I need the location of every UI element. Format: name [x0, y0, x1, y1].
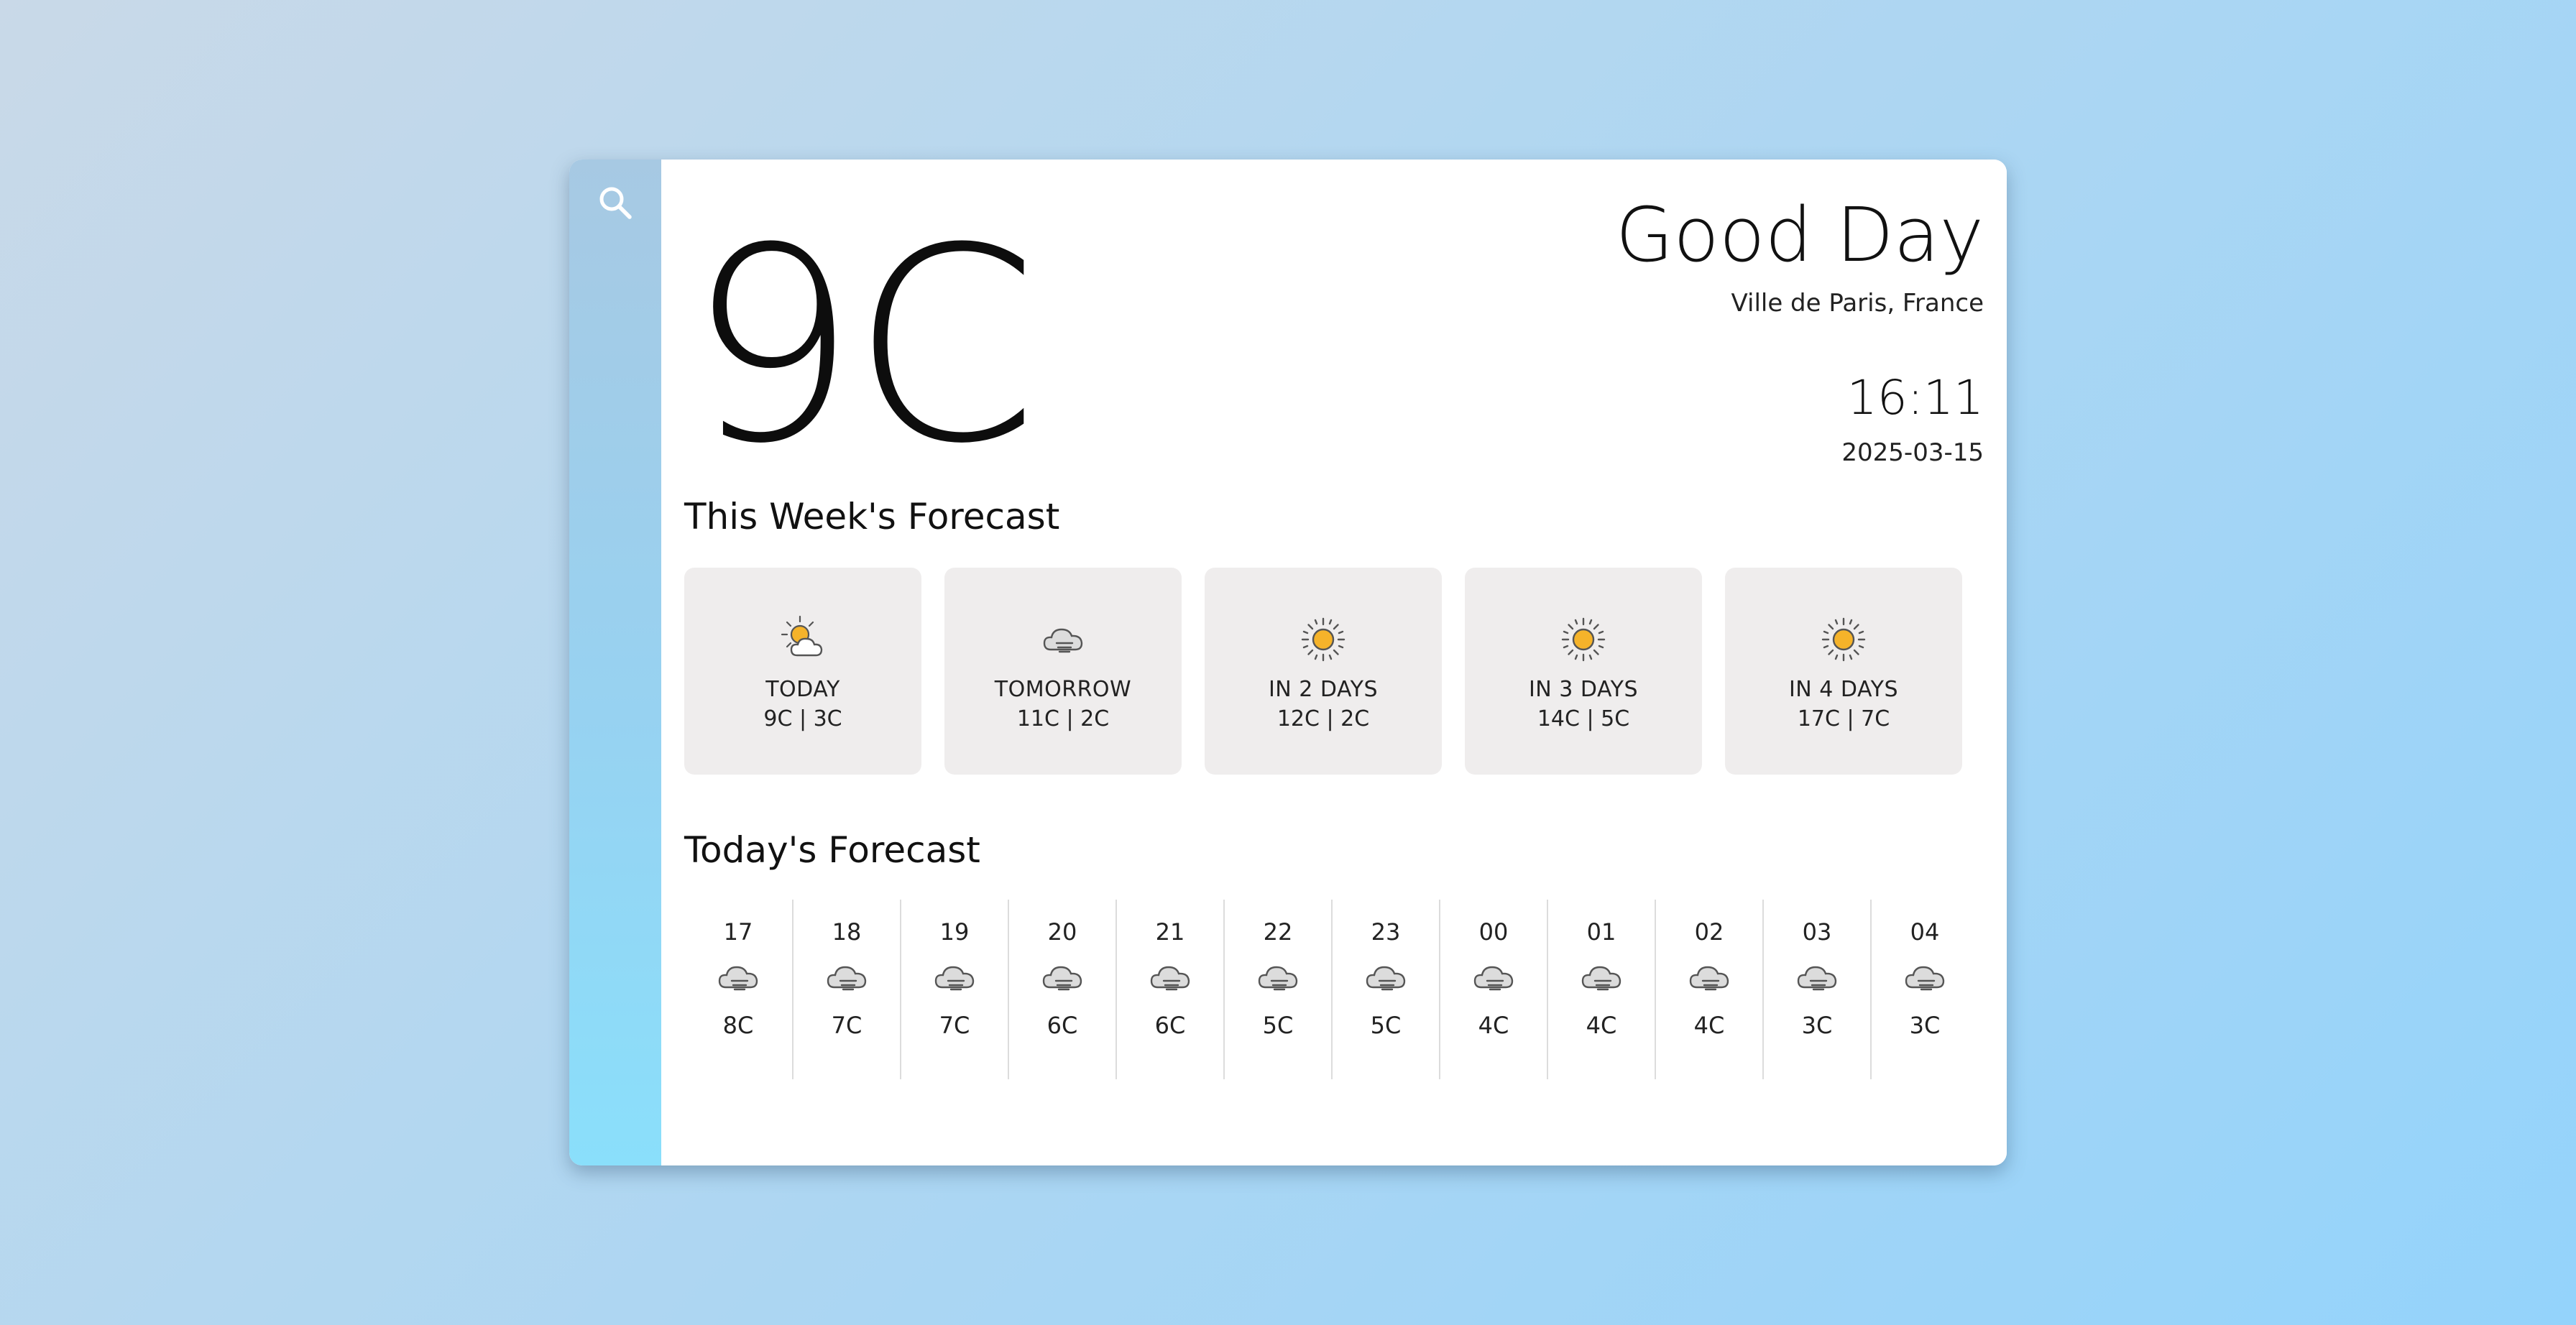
weather-app-card: 9C Good Day Ville de Paris, France 16:11…: [569, 160, 2007, 1165]
hour-label: 17: [723, 918, 753, 946]
current-time: 16:11: [1846, 370, 1984, 425]
hour-label: 21: [1155, 918, 1185, 946]
day-card[interactable]: IN 2 DAYS 12C | 2C: [1205, 568, 1442, 775]
main-panel: 9C Good Day Ville de Paris, France 16:11…: [661, 160, 2007, 1165]
hour-label: 03: [1802, 918, 1832, 946]
hour-column: 22 5C: [1223, 900, 1331, 1079]
partly-sunny-icon: [781, 615, 823, 657]
day-label: TODAY: [765, 677, 840, 702]
day-temps: 11C | 2C: [1016, 706, 1110, 731]
fog-cloud-icon: [824, 959, 869, 996]
today-forecast-title: Today's Forecast: [684, 829, 980, 871]
hour-column: 17 8C: [684, 900, 792, 1079]
hour-temperature: 3C: [1909, 1012, 1941, 1039]
hour-temperature: 3C: [1801, 1012, 1833, 1039]
hour-column: 03 3C: [1762, 900, 1870, 1079]
hour-label: 04: [1910, 918, 1940, 946]
location: Ville de Paris, France: [1731, 289, 1984, 318]
hour-label: 23: [1371, 918, 1401, 946]
search-icon: [599, 187, 632, 219]
fog-cloud-icon: [1148, 959, 1192, 996]
sun-icon: [1561, 617, 1606, 662]
day-temps: 9C | 3C: [763, 706, 842, 731]
fog-cloud-icon: [1903, 959, 1947, 996]
fog-cloud-icon: [1579, 959, 1624, 996]
hour-column: 04 3C: [1870, 900, 1978, 1079]
day-temps: 14C | 5C: [1537, 706, 1630, 731]
hour-temperature: 4C: [1586, 1012, 1617, 1039]
sun-icon: [1301, 617, 1346, 662]
hour-column: 19 7C: [900, 900, 1008, 1079]
hour-column: 01 4C: [1547, 900, 1655, 1079]
fog-cloud-icon: [1363, 959, 1408, 996]
hour-label: 00: [1478, 918, 1509, 946]
current-date: 2025-03-15: [1841, 438, 1984, 467]
hour-label: 19: [939, 918, 970, 946]
hour-column: 21 6C: [1116, 900, 1223, 1079]
week-forecast-title: This Week's Forecast: [684, 496, 1060, 537]
fog-cloud-icon: [716, 959, 760, 996]
hour-label: 22: [1263, 918, 1293, 946]
day-card[interactable]: IN 4 DAYS 17C | 7C: [1725, 568, 1962, 775]
hour-temperature: 7C: [831, 1012, 862, 1039]
hour-temperature: 4C: [1478, 1012, 1509, 1039]
fog-cloud-icon: [1795, 959, 1839, 996]
hour-temperature: 7C: [939, 1012, 970, 1039]
day-card[interactable]: TOMORROW 11C | 2C: [944, 568, 1182, 775]
sun-icon: [1821, 617, 1866, 662]
day-temps: 17C | 7C: [1797, 706, 1890, 731]
hour-temperature: 4C: [1693, 1012, 1725, 1039]
sidebar: [569, 160, 661, 1165]
day-card[interactable]: IN 3 DAYS 14C | 5C: [1465, 568, 1702, 775]
hour-temperature: 5C: [1370, 1012, 1402, 1039]
hour-label: 20: [1047, 918, 1077, 946]
week-forecast-row: TODAY 9C | 3C TOMORROW 11C | 2C IN 2 DAY…: [684, 568, 1962, 775]
hour-temperature: 6C: [1046, 1012, 1078, 1039]
greeting: Good Day: [1615, 191, 1984, 279]
fog-cloud-icon: [932, 959, 977, 996]
day-label: IN 3 DAYS: [1528, 677, 1639, 702]
hour-column: 23 5C: [1331, 900, 1439, 1079]
hour-column: 02 4C: [1655, 900, 1762, 1079]
hour-column: 00 4C: [1439, 900, 1547, 1079]
hour-label: 01: [1586, 918, 1616, 946]
hour-column: 18 7C: [792, 900, 900, 1079]
fog-cloud-icon: [1040, 959, 1085, 996]
day-temps: 12C | 2C: [1276, 706, 1370, 731]
day-label: IN 4 DAYS: [1788, 677, 1899, 702]
hourly-forecast-row: 17 8C 18 7C 19 7C 20 6C 21 6C 22 5C 23 5C 00 4C 01 4C 02 4C…: [684, 900, 1978, 1079]
fog-cloud-icon: [1043, 628, 1083, 653]
day-card[interactable]: TODAY 9C | 3C: [684, 568, 921, 775]
fog-cloud-icon: [1471, 959, 1516, 996]
hour-label: 18: [832, 918, 862, 946]
hour-temperature: 5C: [1262, 1012, 1294, 1039]
hour-label: 02: [1694, 918, 1724, 946]
day-label: IN 2 DAYS: [1268, 677, 1379, 702]
current-temperature: 9C: [687, 190, 1038, 502]
search-button[interactable]: [592, 180, 638, 226]
hour-temperature: 6C: [1154, 1012, 1186, 1039]
hour-temperature: 8C: [722, 1012, 754, 1039]
day-label: TOMORROW: [994, 677, 1132, 702]
fog-cloud-icon: [1687, 959, 1731, 996]
hour-column: 20 6C: [1008, 900, 1116, 1079]
fog-cloud-icon: [1256, 959, 1300, 996]
